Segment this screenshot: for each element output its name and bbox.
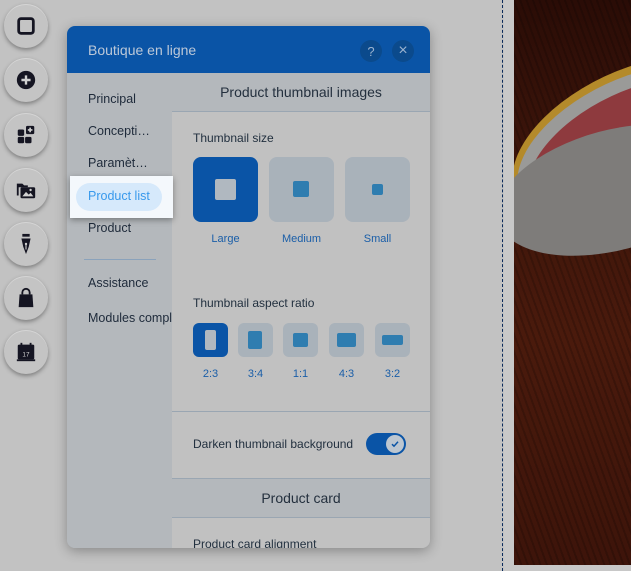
nav-item-conception[interactable]: Concepti… xyxy=(88,124,150,138)
help-button[interactable]: ? xyxy=(360,40,382,62)
ratio-1-1-icon xyxy=(293,333,308,347)
ratio-2-3-icon xyxy=(205,330,216,350)
panel-header: Boutique en ligne ? × xyxy=(67,26,430,73)
pen-nib-icon xyxy=(21,233,31,255)
ratio-label-1-1: 1:1 xyxy=(292,368,309,380)
toggle-knob xyxy=(386,435,404,453)
product-photo[interactable] xyxy=(514,0,631,565)
close-icon: × xyxy=(398,42,408,59)
ratio-3-4-icon xyxy=(248,331,262,349)
nav-item-product-list[interactable]: Product list xyxy=(70,176,173,218)
bookings-button[interactable]: 17 xyxy=(4,330,48,374)
ratio-label-3-4: 3:4 xyxy=(247,368,264,380)
ratio-label-2-3: 2:3 xyxy=(202,368,219,380)
page-frame-button[interactable] xyxy=(4,4,48,48)
ratio-4-3-icon xyxy=(337,333,356,347)
media-folder-icon xyxy=(16,183,36,199)
ratio-label-4-3: 4:3 xyxy=(338,368,355,380)
aspect-ratio-label: Thumbnail aspect ratio xyxy=(193,296,315,310)
apps-button[interactable] xyxy=(4,113,48,157)
section-divider xyxy=(172,411,430,412)
ratio-option-2-3[interactable] xyxy=(193,323,228,357)
canvas-bottom-edge xyxy=(514,565,631,571)
large-square-icon xyxy=(215,179,236,200)
page-boundary-guide xyxy=(502,0,503,571)
design-button[interactable] xyxy=(4,222,48,266)
size-option-medium[interactable] xyxy=(269,157,334,222)
apps-add-icon xyxy=(17,125,35,144)
panel-content: Product thumbnail images Thumbnail size … xyxy=(172,73,430,548)
nav-item-product[interactable]: Product xyxy=(88,221,131,235)
darken-background-label: Darken thumbnail background xyxy=(193,437,354,451)
nav-divider xyxy=(84,259,156,260)
section-header-product-card: Product card xyxy=(172,478,430,518)
square-frame-icon xyxy=(17,17,35,35)
nav-item-product-list-label: Product list xyxy=(88,189,150,203)
size-option-large[interactable] xyxy=(193,157,258,222)
section-header-thumbnails: Product thumbnail images xyxy=(172,73,430,112)
calendar-icon: 17 xyxy=(16,342,36,362)
close-button[interactable]: × xyxy=(392,40,414,62)
panel-side-nav: Principal Concepti… Paramèt… Product Ass… xyxy=(67,73,172,548)
panel-title: Boutique en ligne xyxy=(88,42,197,58)
medium-square-icon xyxy=(293,181,309,197)
ratio-label-3-2: 3:2 xyxy=(384,368,401,380)
nav-item-assistance[interactable]: Assistance xyxy=(88,276,148,290)
ratio-option-1-1[interactable] xyxy=(283,323,318,357)
store-button[interactable] xyxy=(4,276,48,320)
ratio-3-2-icon xyxy=(382,335,403,345)
calendar-badge: 17 xyxy=(22,352,30,359)
store-settings-panel: Boutique en ligne ? × Principal Concepti… xyxy=(67,26,430,548)
nav-item-modules[interactable]: Modules compl xyxy=(88,311,172,325)
card-alignment-label: Product card alignment xyxy=(193,537,317,548)
size-label-large: Large xyxy=(211,233,240,245)
nav-item-parametres[interactable]: Paramèt… xyxy=(88,156,148,170)
add-button[interactable] xyxy=(4,58,48,102)
ratio-option-4-3[interactable] xyxy=(329,323,364,357)
small-square-icon xyxy=(372,184,383,195)
ratio-option-3-2[interactable] xyxy=(375,323,410,357)
canvas-gutter xyxy=(504,0,514,571)
shopping-bag-icon xyxy=(18,287,34,308)
check-icon xyxy=(391,441,399,448)
thumbnail-size-label: Thumbnail size xyxy=(193,131,274,145)
darken-background-toggle[interactable] xyxy=(366,433,406,455)
plus-circle-icon xyxy=(16,70,36,90)
size-option-small[interactable] xyxy=(345,157,410,222)
help-icon: ? xyxy=(367,43,375,59)
nav-item-principal[interactable]: Principal xyxy=(88,92,136,106)
media-button[interactable] xyxy=(4,168,48,212)
ratio-option-3-4[interactable] xyxy=(238,323,273,357)
size-label-medium: Medium xyxy=(281,233,322,245)
size-label-small: Small xyxy=(363,233,392,245)
